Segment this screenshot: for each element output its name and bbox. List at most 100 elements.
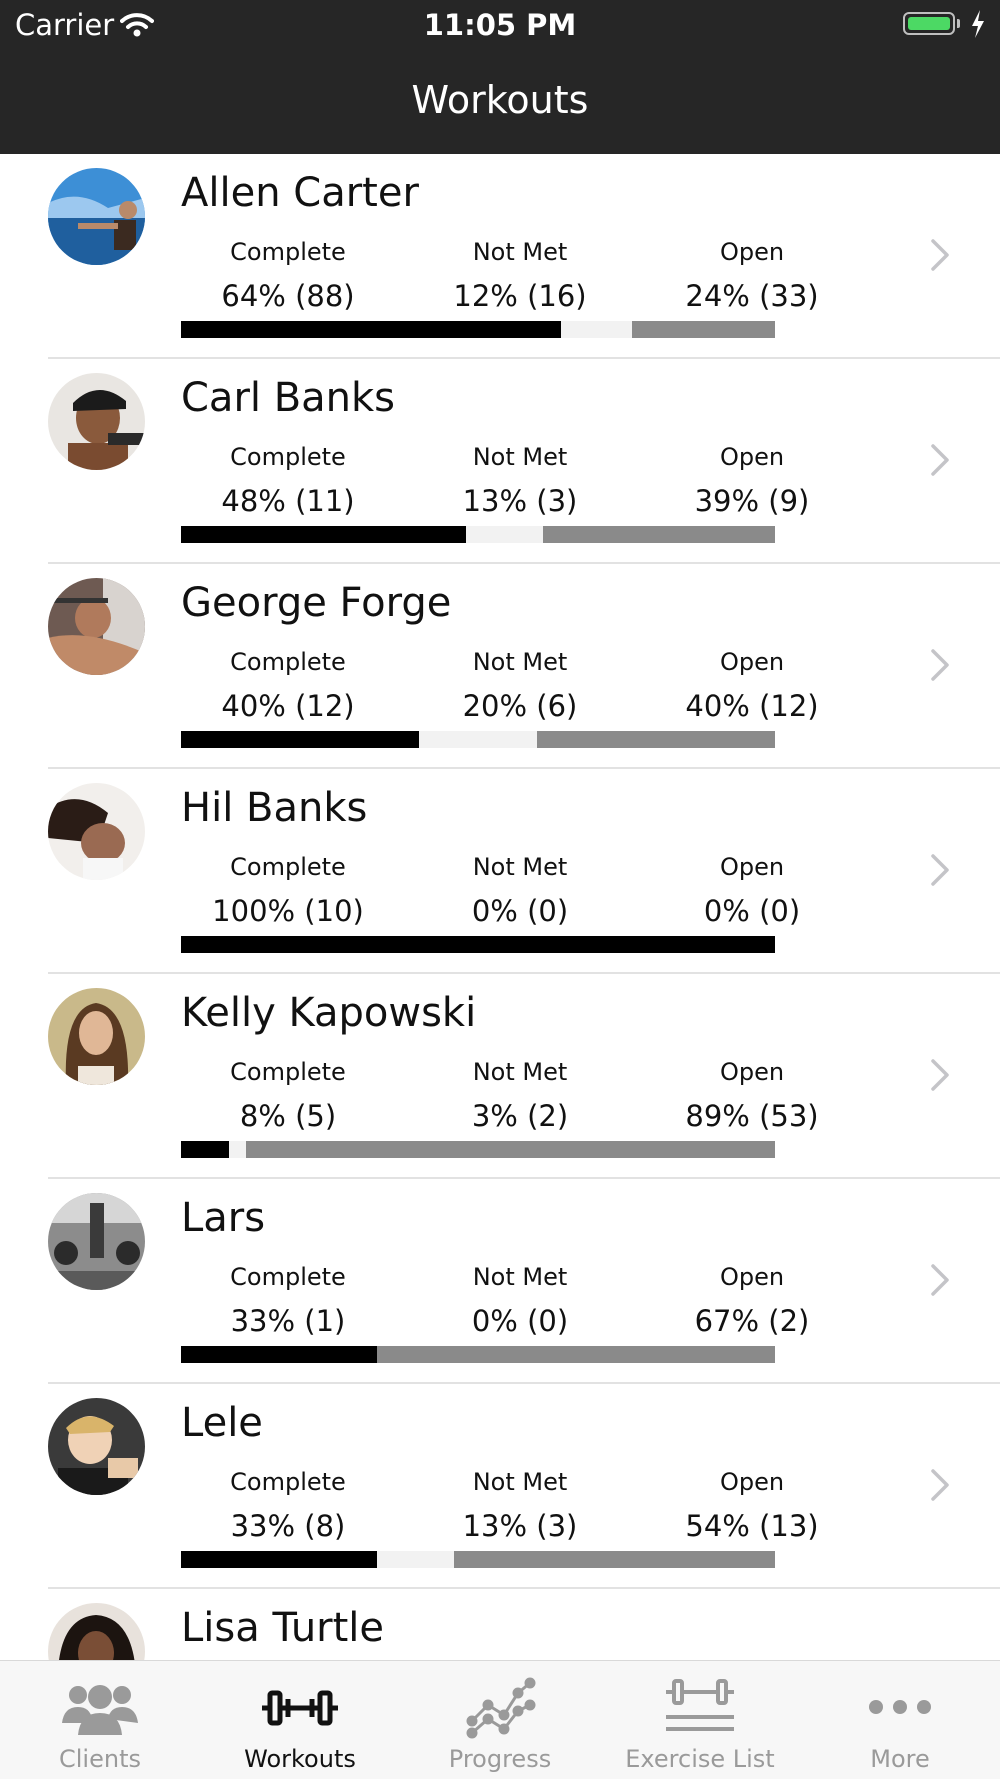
not-met-label: Not Met [472,1263,568,1291]
client-row[interactable]: Kelly Kapowski Complete 8% (5) Not Met 3… [0,974,1000,1179]
open-segment [537,731,775,748]
not-met-label: Not Met [472,1058,568,1086]
chevron-right-icon[interactable] [930,1263,950,1301]
open-label: Open [719,1058,785,1086]
chevron-right-icon[interactable] [930,238,950,276]
client-row[interactable]: Allen Carter Complete 64% (88) Not Met 1… [0,154,1000,359]
open-value: 24% (33) [685,279,819,313]
open-segment [246,1141,775,1158]
complete-stat: Complete 40% (12) [198,564,378,723]
chevron-right-icon[interactable] [930,443,950,481]
open-stat: Open 24% (33) [662,154,842,313]
client-row[interactable]: George Forge Complete 40% (12) Not Met 2… [0,564,1000,769]
complete-value: 100% (10) [212,894,364,928]
complete-segment [181,936,775,953]
status-time: 11:05 PM [423,8,577,42]
not-met-value: 0% (0) [471,1304,569,1338]
open-segment [377,1346,775,1363]
dumbbell-icon [260,1675,340,1739]
not-met-label: Not Met [472,443,568,471]
more-icon [860,1675,940,1739]
complete-value: 33% (1) [230,1304,346,1338]
progress-bar [181,321,775,338]
client-avatar [48,578,145,675]
client-row[interactable]: Lele Complete 33% (8) Not Met 13% (3) Op… [0,1384,1000,1589]
chevron-right-icon[interactable] [930,1468,950,1506]
complete-stat: Complete 33% (8) [198,1384,378,1543]
complete-stat: Complete 64% (88) [198,154,378,313]
complete-label: Complete [230,1263,346,1291]
open-segment [543,526,775,543]
complete-value: 48% (11) [221,484,355,518]
progress-bar [181,936,775,953]
complete-label: Complete [230,648,346,676]
chevron-right-icon[interactable] [930,648,950,686]
clients-icon [60,1675,140,1739]
chevron-right-icon[interactable] [930,853,950,891]
complete-label: Complete [230,238,346,266]
progress-bar [181,1346,775,1363]
client-avatar [48,168,145,265]
client-row[interactable]: Lars Complete 33% (1) Not Met 0% (0) Ope… [0,1179,1000,1384]
not-met-stat: Not Met 12% (16) [430,154,610,313]
not-met-stat: Not Met 0% (0) [430,1179,610,1338]
complete-value: 64% (88) [221,279,355,313]
tab-label: Workouts [244,1745,356,1773]
not-met-stat: Not Met 13% (3) [430,359,610,518]
battery-icon [903,12,955,35]
tab-progress[interactable]: Progress [400,1661,600,1779]
client-avatar [48,988,145,1085]
progress-bar [181,1141,775,1158]
complete-label: Complete [230,443,346,471]
page-title: Workouts [411,78,589,122]
open-value: 39% (9) [694,484,810,518]
not-met-stat: Not Met 13% (3) [430,1384,610,1543]
complete-value: 8% (5) [239,1099,337,1133]
not-met-stat: Not Met 20% (6) [430,564,610,723]
not-met-value: 0% (0) [471,894,569,928]
client-row[interactable]: Hil Banks Complete 100% (10) Not Met 0% … [0,769,1000,974]
client-avatar [48,1603,145,1660]
not-met-label: Not Met [472,238,568,266]
not-met-value: 12% (16) [453,279,587,313]
open-segment [632,321,775,338]
client-workout-list[interactable]: Allen Carter Complete 64% (88) Not Met 1… [0,154,1000,1660]
tab-exercise-list[interactable]: Exercise List [600,1661,800,1779]
open-label: Open [719,238,785,266]
progress-bar [181,526,775,543]
complete-value: 40% (12) [221,689,355,723]
complete-stat: Complete 48% (11) [198,359,378,518]
tab-clients[interactable]: Clients [0,1661,200,1779]
open-label: Open [719,443,785,471]
not-met-label: Not Met [472,1468,568,1496]
client-avatar [48,1398,145,1495]
open-stat: Open 54% (13) [662,1384,842,1543]
tab-label: Progress [448,1745,552,1773]
tab-label: Exercise List [625,1745,775,1773]
complete-stat: Complete 33% (1) [198,1179,378,1338]
complete-segment [181,321,562,338]
charging-bolt-icon [970,9,986,43]
not-met-value: 20% (6) [462,689,578,723]
tab-more[interactable]: More [800,1661,1000,1779]
tab-workouts[interactable]: Workouts [200,1661,400,1779]
client-name: Lisa Turtle [181,1605,385,1651]
complete-stat: Complete 100% (10) [198,769,378,928]
client-avatar [48,783,145,880]
chevron-right-icon[interactable] [930,1058,950,1096]
complete-segment [181,1141,229,1158]
client-avatar [48,373,145,470]
not-met-stat: Not Met 3% (2) [430,974,610,1133]
tab-label: Clients [59,1745,141,1773]
complete-segment [181,1346,378,1363]
open-stat: Open 39% (9) [662,359,842,518]
open-value: 0% (0) [703,894,801,928]
open-value: 67% (2) [694,1304,810,1338]
tab-label: More [870,1745,930,1773]
client-row[interactable]: Lisa Turtle [0,1589,1000,1660]
complete-value: 33% (8) [230,1509,346,1543]
complete-label: Complete [230,853,346,881]
navigation-bar: Carrier 11:05 PM Workouts [0,0,1000,154]
client-row[interactable]: Carl Banks Complete 48% (11) Not Met 13%… [0,359,1000,564]
open-stat: Open 89% (53) [662,974,842,1133]
